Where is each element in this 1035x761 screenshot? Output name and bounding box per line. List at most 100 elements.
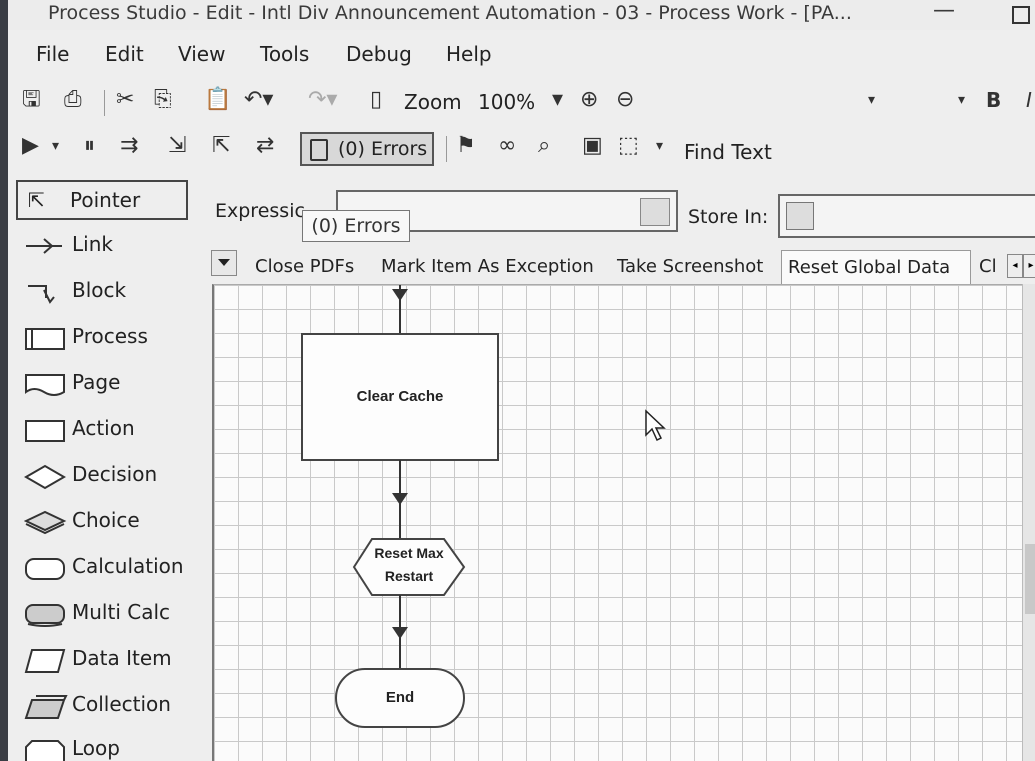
palette-block-label: Block: [72, 278, 127, 302]
calculation-icon: [25, 558, 65, 580]
bold-button[interactable]: B: [986, 86, 1001, 114]
arrow-icon: [392, 493, 408, 505]
redo-icon[interactable]: ↷▾: [308, 86, 337, 114]
copy-icon[interactable]: ⎘: [154, 86, 172, 114]
size-dropdown-icon[interactable]: ▾: [958, 86, 965, 114]
palette-multi-calc[interactable]: Multi Calc: [14, 594, 194, 634]
arrow-icon: [392, 627, 408, 639]
paste-icon[interactable]: 📋: [204, 86, 231, 114]
expression-label: Expressic: [215, 200, 305, 222]
zoom-out-icon[interactable]: ⊖: [616, 86, 634, 114]
find-text-button[interactable]: Find Text: [684, 140, 772, 164]
reset-max-label-2: Restart: [384, 568, 434, 584]
cut-icon[interactable]: ✂: [116, 86, 134, 114]
store-in-field[interactable]: [778, 194, 1035, 238]
action-icon: [25, 420, 65, 442]
loop-icon: [25, 740, 65, 761]
toolbar-separator: [446, 136, 447, 162]
palette-data-item[interactable]: Data Item: [14, 640, 194, 680]
store-in-label: Store In:: [688, 206, 769, 228]
tab-scroll-left-icon[interactable]: ◂: [1007, 254, 1023, 278]
menu-edit[interactable]: Edit: [105, 42, 144, 66]
multi-calc-icon: [25, 604, 65, 627]
palette-page-label: Page: [72, 370, 121, 394]
menu-file[interactable]: File: [36, 42, 69, 66]
calculator-icon[interactable]: [640, 198, 670, 226]
palette-data-item-label: Data Item: [72, 646, 172, 670]
palette-block[interactable]: Block: [14, 272, 194, 312]
palette-choice-label: Choice: [72, 508, 140, 532]
palette-link[interactable]: Link: [14, 226, 194, 266]
tab-reset-global-data[interactable]: Reset Global Data: [781, 250, 971, 284]
choice-icon: [24, 510, 67, 535]
palette-multi-calc-label: Multi Calc: [72, 600, 171, 624]
menu-debug[interactable]: Debug: [346, 42, 412, 66]
step-out-icon[interactable]: ⇱: [212, 132, 230, 160]
maximize-icon[interactable]: [1012, 6, 1030, 24]
run-icon[interactable]: ▶: [22, 132, 39, 160]
window-icon[interactable]: ▣: [582, 132, 603, 160]
menu-tools[interactable]: Tools: [260, 42, 309, 66]
pause-icon[interactable]: ⏸: [84, 132, 95, 160]
tab-close-pdfs[interactable]: Close PDFs: [249, 250, 360, 284]
minimize-icon[interactable]: —: [933, 0, 955, 23]
palette-decision[interactable]: Decision: [14, 456, 194, 496]
tab-cl[interactable]: Cl: [973, 250, 1007, 284]
refresh-icon[interactable]: ⇄: [256, 132, 274, 160]
process-studio-window: Process Studio - Edit - Intl Div Announc…: [8, 0, 1035, 761]
zoom-in-icon[interactable]: ⊕: [580, 86, 598, 114]
process-canvas[interactable]: Clear Cache Reset Max Restart End: [212, 284, 1024, 761]
toolbar-separator: [104, 90, 105, 116]
decision-icon: [24, 464, 66, 490]
menu-bar: File Edit View Tools Debug Help: [8, 38, 1035, 68]
tab-mark-item-as-exception[interactable]: Mark Item As Exception: [375, 250, 600, 284]
zoom-dropdown[interactable]: 100%: [478, 90, 535, 114]
step-icon[interactable]: ⇉: [120, 132, 138, 160]
tab-scroll-right-icon[interactable]: ▸: [1023, 254, 1035, 278]
palette-loop[interactable]: Loop: [14, 730, 194, 761]
chevron-down-icon[interactable]: ▾: [552, 86, 563, 114]
tab-list-dropdown[interactable]: [211, 250, 237, 276]
palette-page[interactable]: Page: [14, 364, 194, 404]
save-icon[interactable]: 🖫: [22, 86, 41, 114]
palette-calculation-label: Calculation: [72, 554, 184, 578]
canvas-scrollbar[interactable]: [1022, 284, 1035, 761]
errors-button[interactable]: (0) Errors: [300, 132, 434, 166]
italic-button[interactable]: I: [1026, 86, 1032, 114]
select-icon[interactable]: ⬚: [618, 132, 639, 160]
page-icon[interactable]: ▯: [370, 86, 382, 114]
palette-process[interactable]: Process: [14, 318, 194, 358]
title-bar: Process Studio - Edit - Intl Div Announc…: [8, 0, 1035, 30]
reset-max-label-1: Reset Max: [374, 545, 444, 561]
menu-view[interactable]: View: [178, 42, 225, 66]
palette-process-label: Process: [72, 324, 148, 348]
link-icon[interactable]: ∞: [498, 132, 516, 160]
breakpoint-icon[interactable]: ⚑: [456, 132, 476, 160]
page-icon: [25, 374, 65, 396]
page-tabs: Close PDFs Mark Item As Exception Take S…: [211, 250, 1035, 284]
block-icon: [28, 285, 55, 304]
errors-label: (0) Errors: [338, 138, 428, 160]
font-dropdown-icon[interactable]: ▾: [868, 86, 875, 114]
errors-tooltip: (0) Errors: [302, 210, 410, 242]
palette-calculation[interactable]: Calculation: [14, 548, 194, 588]
palette-action-label: Action: [72, 416, 135, 440]
step-in-icon[interactable]: ⇲: [168, 132, 186, 160]
palette-choice[interactable]: Choice: [14, 502, 194, 542]
palette-action[interactable]: Action: [14, 410, 194, 450]
palette-pointer[interactable]: ⇱ Pointer: [16, 180, 188, 220]
zoom-label: Zoom: [404, 90, 462, 114]
chevron-down-icon[interactable]: ▾: [656, 132, 663, 160]
main-toolbar: 🖫 ⎙ ✂ ⎘ 📋 ↶▾ ↷▾ ▯ Zoom 100% ▾ ⊕ ⊖ ▾ ▾ B …: [8, 86, 1035, 120]
data-item-picker-icon[interactable]: [786, 202, 814, 230]
palette-collection[interactable]: Collection: [14, 686, 194, 726]
tab-take-screenshot[interactable]: Take Screenshot: [611, 250, 769, 284]
scrollbar-thumb[interactable]: [1025, 544, 1035, 614]
find-icon[interactable]: ⌕: [538, 132, 550, 160]
link-icon: [26, 238, 62, 254]
chevron-down-icon[interactable]: ▾: [52, 132, 59, 160]
collection-icon: [24, 695, 68, 719]
undo-icon[interactable]: ↶▾: [244, 86, 273, 114]
menu-help[interactable]: Help: [446, 42, 492, 66]
print-icon[interactable]: ⎙: [64, 86, 82, 114]
